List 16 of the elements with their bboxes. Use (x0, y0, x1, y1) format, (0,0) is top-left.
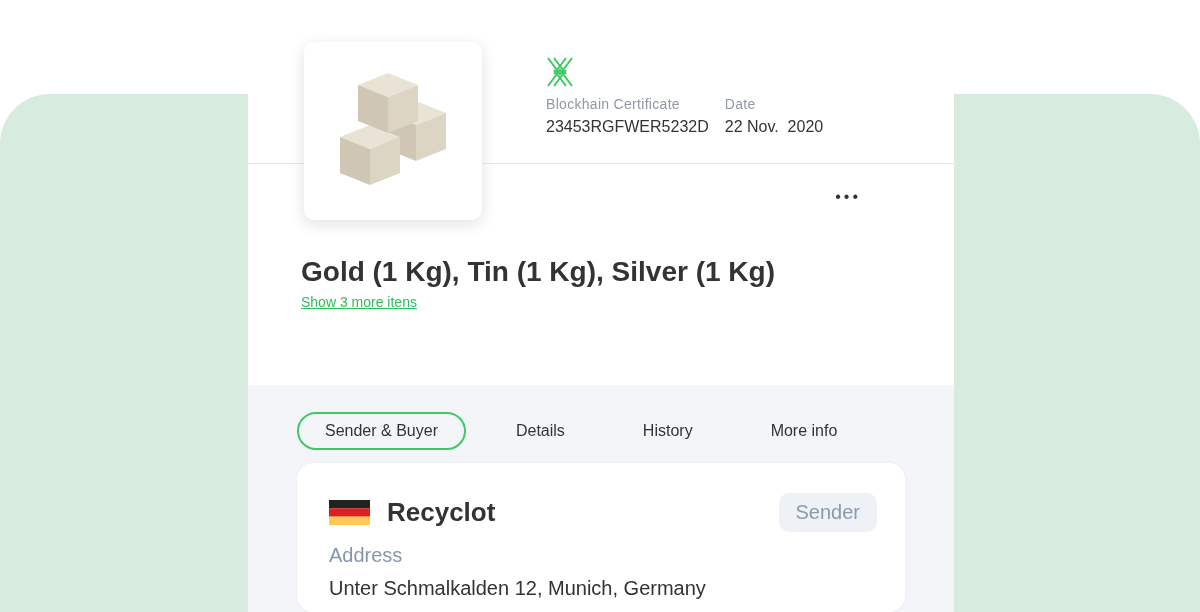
certificate-number: 23453RGFWER5232D (546, 118, 709, 136)
date-value: 22 Nov. 2020 (724, 118, 824, 136)
date-label: Date (724, 96, 757, 112)
address-text: Unter Schmalkalden 12, Munich, Germany (329, 577, 707, 600)
certificate-logo-icon (546, 56, 574, 88)
tab[interactable]: History (614, 412, 721, 450)
tab[interactable]: Details (487, 412, 593, 450)
product-title: Gold (1 Kg), Tin (1 Kg), Silver (1 Kg) (301, 256, 776, 288)
company-name: Recyclot (387, 497, 497, 528)
certificate-label: Blockhain Certificate (546, 96, 681, 112)
tab[interactable]: More info (742, 412, 866, 450)
role-tag: Sender (778, 493, 877, 532)
more-options-button[interactable]: ••• (835, 188, 861, 206)
address-label: Address (329, 544, 404, 567)
tab[interactable]: Sender & Buyer (297, 412, 466, 450)
germany-flag-icon (329, 500, 370, 525)
